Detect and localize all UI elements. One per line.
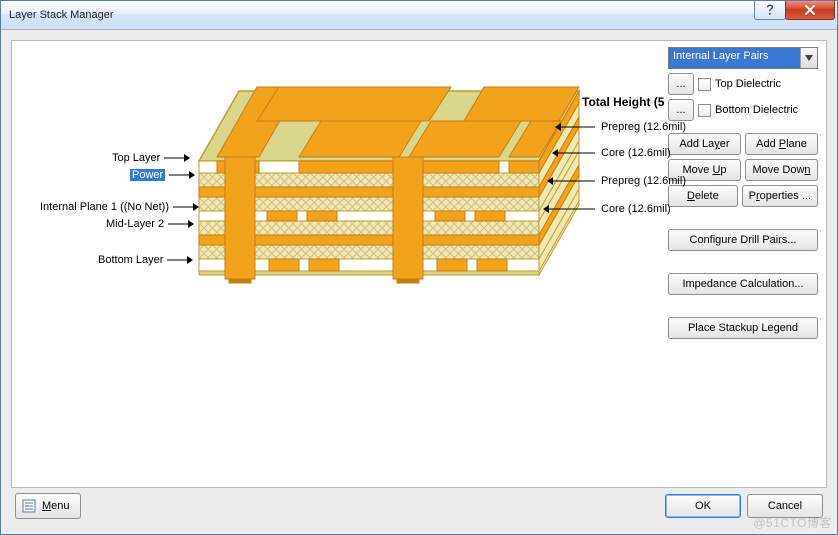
configure-drill-pairs-button[interactable]: Configure Drill Pairs... [668,229,818,251]
layer-pair-combo[interactable]: Internal Layer Pairs [668,47,818,69]
close-icon [804,5,816,15]
leader-line-icon [552,149,595,157]
bottom-dielectric-checkbox[interactable] [698,104,711,117]
combo-arrow[interactable] [800,48,817,68]
right-controls: Internal Layer Pairs ... Top Dielectric … [668,47,818,339]
dialog-footer: Menu OK Cancel [11,488,827,524]
help-button[interactable] [754,1,786,20]
stackup-diagram: Total Height (5 Top Layer Power Internal… [12,41,672,301]
callout-prepreg-1: Prepreg (12.6mil) [555,121,686,133]
label-power[interactable]: Power [130,169,195,181]
label-bottom-layer[interactable]: Bottom Layer [98,254,193,266]
window-title: Layer Stack Manager [1,9,114,21]
cancel-button[interactable]: Cancel [747,494,823,518]
callout-core-1: Core (12.6mil) [552,147,671,159]
add-plane-button[interactable]: Add Plane [745,133,818,155]
help-icon [765,4,775,16]
place-stackup-legend-button[interactable]: Place Stackup Legend [668,317,818,339]
arrow-right-icon [173,203,199,211]
leader-line-icon [543,205,595,213]
add-layer-button[interactable]: Add Layer [668,133,741,155]
arrow-right-icon [164,154,190,162]
top-dielectric-checkbox[interactable] [698,78,711,91]
titlebar: Layer Stack Manager [1,1,837,30]
window-controls [755,1,835,20]
move-down-button[interactable]: Move Down [745,159,818,181]
impedance-calculation-button[interactable]: Impedance Calculation... [668,273,818,295]
label-mid-layer-2[interactable]: Mid-Layer 2 [106,218,194,230]
layer-pair-combo-value: Internal Layer Pairs [669,48,800,68]
arrow-right-icon [167,256,193,264]
menu-icon [22,499,36,513]
label-internal-plane-1[interactable]: Internal Plane 1 ((No Net)) [40,201,199,213]
window-frame: Layer Stack Manager Internal Layer Pairs [0,0,838,535]
bottom-dielectric-label: Bottom Dielectric [715,104,798,116]
chevron-down-icon [805,55,813,61]
menu-button[interactable]: Menu [15,493,81,519]
main-panel: Internal Layer Pairs ... Top Dielectric … [11,40,827,488]
callout-prepreg-2: Prepreg (12.6mil) [547,175,686,187]
callout-core-2: Core (12.6mil) [543,203,671,215]
delete-button[interactable]: Delete [668,185,738,207]
ok-button[interactable]: OK [665,494,741,518]
total-height-label: Total Height (5 [582,95,664,109]
top-dielectric-row: ... Top Dielectric [668,73,818,95]
close-button[interactable] [785,1,835,20]
properties-button[interactable]: Properties ... [742,185,818,207]
client-area: Internal Layer Pairs ... Top Dielectric … [1,30,837,534]
dialog-buttons: OK Cancel [665,494,823,518]
leader-line-icon [547,177,595,185]
leader-line-icon [555,123,595,131]
label-top-layer[interactable]: Top Layer [112,152,190,164]
arrow-right-icon [169,171,195,179]
bottom-dielectric-row: ... Bottom Dielectric [668,99,818,121]
top-dielectric-label: Top Dielectric [715,78,781,90]
arrow-right-icon [168,220,194,228]
